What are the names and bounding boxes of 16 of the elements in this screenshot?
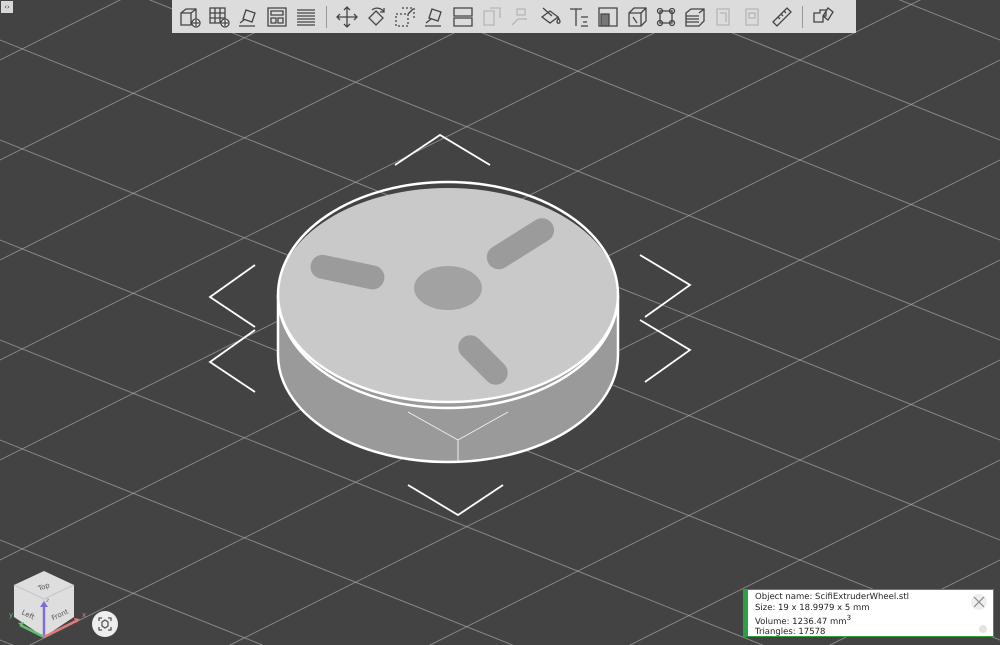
tool-icon (207, 4, 231, 28)
recenter-button[interactable] (92, 611, 118, 637)
recenter-icon (97, 616, 113, 632)
tool-icon (393, 4, 417, 28)
tool-icon (770, 4, 794, 28)
tool-icon (335, 4, 359, 28)
axis-arrows-drawing (18, 601, 80, 638)
info-text: Triangles: 17578 (755, 627, 826, 638)
view-cube[interactable] (14, 571, 74, 638)
info-text: Size: 19 x 18.9979 x 5 mm (755, 602, 870, 613)
info-text: Object name: ScifiExtruderWheel.stl (755, 592, 910, 602)
close-button[interactable] (971, 594, 987, 610)
tool-icon (451, 4, 475, 28)
tool-icon (596, 4, 620, 28)
info-text: Volume: 1236.47 mm$^{3}$ (755, 613, 852, 628)
tool-icon (265, 4, 289, 28)
